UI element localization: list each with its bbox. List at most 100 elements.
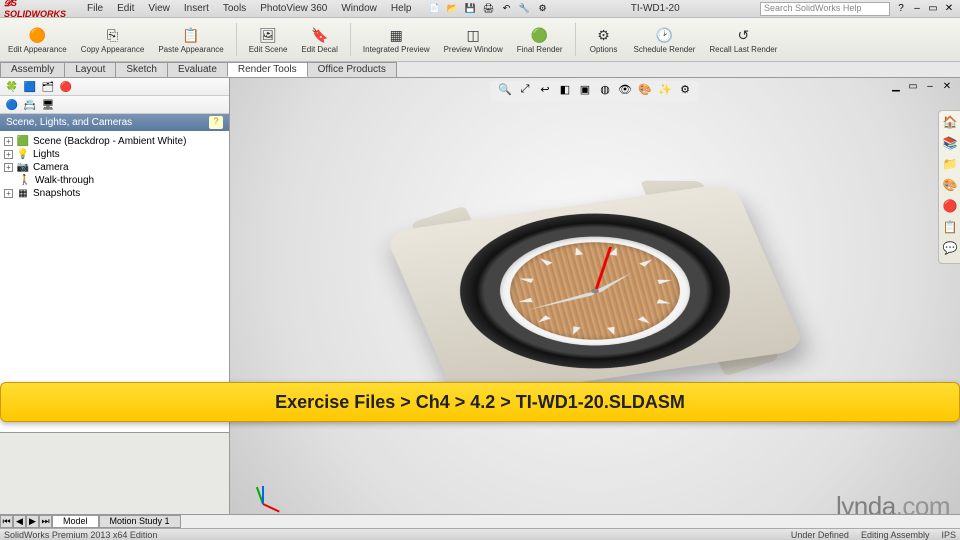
undo-icon[interactable]: ↶: [498, 2, 514, 16]
watch-model: [384, 183, 806, 400]
tab-prev-icon[interactable]: ◀: [13, 515, 26, 528]
tab-office-products[interactable]: Office Products: [307, 62, 397, 77]
rebuild-icon[interactable]: 🔧: [516, 2, 532, 16]
edit-scene-button[interactable]: 🖼Edit Scene: [245, 20, 292, 59]
save-icon[interactable]: 💾: [462, 2, 478, 16]
design-library-icon[interactable]: 📚: [941, 136, 959, 154]
gear-icon: ⚙: [594, 25, 614, 45]
tab-motion-study[interactable]: Motion Study 1: [99, 515, 181, 528]
section-view-icon[interactable]: ◧: [557, 83, 573, 99]
sphere-icon: 🟠: [27, 25, 47, 45]
help-icon[interactable]: ?: [894, 3, 908, 14]
motion-tabs: ⏮ ◀ ▶ ⏭ Model Motion Study 1: [0, 514, 960, 528]
decal-list-icon[interactable]: 📇: [22, 98, 38, 112]
recall-render-button[interactable]: ↺Recall Last Render: [705, 20, 781, 59]
resources-icon[interactable]: 🏠: [941, 115, 959, 133]
clock-icon: 🕑: [654, 25, 674, 45]
tab-model[interactable]: Model: [52, 515, 99, 528]
close-icon[interactable]: ✕: [942, 3, 956, 14]
window-controls: ? – ▭ ✕: [890, 3, 960, 14]
new-icon[interactable]: 📄: [426, 2, 442, 16]
expand-icon[interactable]: +: [4, 150, 13, 159]
custom-props-icon[interactable]: 📋: [941, 220, 959, 238]
copy-appearance-button[interactable]: ⎘Copy Appearance: [77, 20, 149, 59]
status-units[interactable]: IPS: [941, 530, 956, 540]
schedule-render-button[interactable]: 🕑Schedule Render: [630, 20, 700, 59]
minimize-icon[interactable]: –: [910, 3, 924, 14]
expand-icon[interactable]: +: [4, 163, 13, 172]
property-manager-icon[interactable]: 🟦: [22, 80, 38, 94]
orientation-triad[interactable]: [242, 474, 282, 514]
menu-help[interactable]: Help: [384, 1, 419, 16]
file-explorer-icon[interactable]: 📁: [941, 157, 959, 175]
search-input[interactable]: Search SolidWorks Help: [760, 2, 890, 16]
window-icon: ◫: [463, 25, 483, 45]
expand-icon[interactable]: +: [4, 137, 13, 146]
display-subtabs: 🔵 📇 🖥: [0, 96, 229, 114]
feature-manager-panel: 🍀 🟦 🗂 🔴 🔵 📇 🖥 Scene, Lights, and Cameras…: [0, 78, 230, 522]
heads-up-toolbar: 🔍 ⤢ ↩ ◧ ▣ ◍ 👁 🎨 ✨ ⚙: [491, 81, 699, 101]
previous-view-icon[interactable]: ↩: [537, 83, 553, 99]
tab-assembly[interactable]: Assembly: [0, 62, 65, 77]
appearance-icon[interactable]: 🔵: [4, 98, 20, 112]
apply-scene-icon[interactable]: ✨: [657, 83, 673, 99]
tab-layout[interactable]: Layout: [64, 62, 116, 77]
view-orientation-icon[interactable]: ▣: [577, 83, 593, 99]
menu-photoview[interactable]: PhotoView 360: [253, 1, 334, 16]
menu-window[interactable]: Window: [334, 1, 384, 16]
edit-decal-button[interactable]: 🔖Edit Decal: [297, 20, 341, 59]
edit-appearance-hud-icon[interactable]: 🎨: [637, 83, 653, 99]
graphics-viewport[interactable]: 🔍 ⤢ ↩ ◧ ▣ ◍ 👁 🎨 ✨ ⚙ ▁ ▭ – ✕: [230, 78, 960, 522]
panel-header: Scene, Lights, and Cameras ?: [0, 114, 229, 131]
maximize-icon[interactable]: ▭: [926, 3, 940, 14]
tree-node-scene[interactable]: +🟩Scene (Backdrop - Ambient White): [2, 135, 227, 148]
doc-minimize-icon[interactable]: ▁: [889, 81, 903, 92]
panel-tab-icons: 🍀 🟦 🗂 🔴: [0, 78, 229, 96]
tab-next-icon[interactable]: ▶: [26, 515, 39, 528]
tree-node-camera[interactable]: +📷Camera: [2, 161, 227, 174]
forum-icon[interactable]: 💬: [941, 241, 959, 259]
configuration-icon[interactable]: 🗂: [40, 80, 56, 94]
edit-appearance-button[interactable]: 🟠Edit Appearance: [4, 20, 71, 59]
tab-render-tools[interactable]: Render Tools: [227, 62, 308, 77]
menu-edit[interactable]: Edit: [110, 1, 141, 16]
appearances-pane-icon[interactable]: 🔴: [941, 199, 959, 217]
quick-access-toolbar: 📄 📂 💾 🖨 ↶ 🔧 ⚙: [426, 2, 550, 16]
scene-list-icon[interactable]: 🖥: [40, 98, 56, 112]
integrated-preview-button[interactable]: ▦Integrated Preview: [359, 20, 434, 59]
tab-last-icon[interactable]: ⏭: [39, 515, 52, 528]
doc-restore-icon[interactable]: ▭: [906, 81, 920, 92]
app-logo: 𝓓S SOLIDWORKS: [0, 0, 80, 19]
doc-window-controls: ▁ ▭ – ✕: [889, 81, 954, 92]
print-icon[interactable]: 🖨: [480, 2, 496, 16]
hide-show-icon[interactable]: 👁: [617, 83, 633, 99]
assembly-tree-icon[interactable]: 🍀: [4, 80, 20, 94]
final-render-button[interactable]: 🟢Final Render: [513, 20, 567, 59]
doc-close-icon[interactable]: ✕: [940, 81, 954, 92]
options-icon[interactable]: ⚙: [534, 2, 550, 16]
recall-icon: ↺: [733, 25, 753, 45]
preview-window-button[interactable]: ◫Preview Window: [440, 20, 507, 59]
tab-sketch[interactable]: Sketch: [115, 62, 168, 77]
zoom-fit-icon[interactable]: 🔍: [497, 83, 513, 99]
menu-insert[interactable]: Insert: [177, 1, 216, 16]
tab-evaluate[interactable]: Evaluate: [167, 62, 228, 77]
tree-node-lights[interactable]: +💡Lights: [2, 148, 227, 161]
help-badge-icon[interactable]: ?: [209, 116, 223, 129]
view-settings-icon[interactable]: ⚙: [677, 83, 693, 99]
paste-appearance-button[interactable]: 📋Paste Appearance: [154, 20, 227, 59]
display-style-icon[interactable]: ◍: [597, 83, 613, 99]
view-palette-icon[interactable]: 🎨: [941, 178, 959, 196]
menu-view[interactable]: View: [141, 1, 177, 16]
render-options-button[interactable]: ⚙Options: [584, 20, 624, 59]
expand-icon[interactable]: +: [4, 189, 13, 198]
menu-file[interactable]: File: [80, 1, 110, 16]
zoom-area-icon[interactable]: ⤢: [517, 83, 533, 99]
menu-tools[interactable]: Tools: [216, 1, 253, 16]
tree-node-walkthrough[interactable]: 🚶Walk-through: [2, 174, 227, 187]
display-manager-icon[interactable]: 🔴: [58, 80, 74, 94]
tab-first-icon[interactable]: ⏮: [0, 515, 13, 528]
doc-max-icon[interactable]: –: [923, 81, 937, 92]
open-icon[interactable]: 📂: [444, 2, 460, 16]
tree-node-snapshots[interactable]: +▦Snapshots: [2, 187, 227, 200]
